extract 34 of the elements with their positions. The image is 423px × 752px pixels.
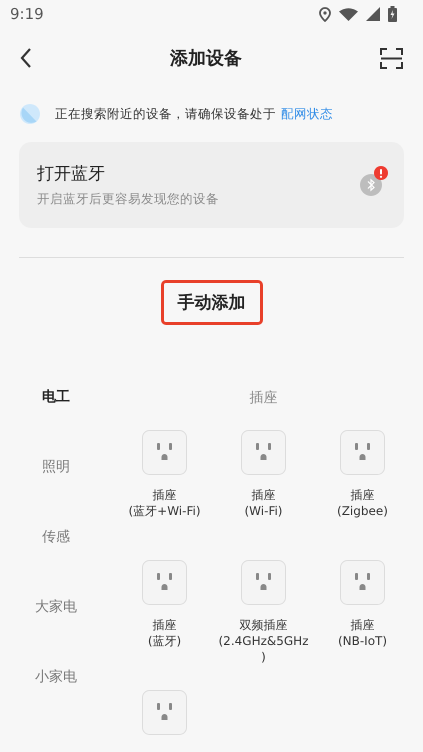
category-item[interactable]: 电工 [31, 388, 81, 409]
device-label[interactable]: 插座 (蓝牙+Wi-Fi) [128, 487, 201, 519]
device-label[interactable]: 插座 (Zigbee) [337, 487, 388, 519]
scan-icon[interactable] [380, 48, 403, 68]
socket-icon [241, 430, 286, 475]
back-icon[interactable] [20, 48, 32, 68]
device-label[interactable]: 双频插座 (2.4GHz&5GHz ) [218, 617, 308, 665]
category-item[interactable]: 照明 [31, 458, 81, 479]
socket-icon [142, 430, 187, 475]
section-title: 插座 [250, 389, 278, 407]
device-label[interactable]: 插座 (蓝牙) [148, 617, 182, 649]
bluetooth-card[interactable]: 打开蓝牙 开启蓝牙后更容易发现您的设备 [19, 142, 404, 228]
socket-icon [142, 690, 187, 735]
wifi-icon [339, 8, 358, 20]
signal-icon [366, 7, 380, 21]
page-title: 添加设备 [170, 47, 242, 70]
socket-icon [241, 560, 286, 605]
socket-icon [340, 560, 385, 605]
card-title: 打开蓝牙 [37, 163, 106, 185]
device-label[interactable]: 插座 (NB-IoT) [338, 617, 388, 649]
card-subtitle: 开启蓝牙后更容易发现您的设备 [37, 191, 219, 208]
category-item[interactable]: 大家电 [31, 598, 81, 619]
category-item[interactable]: 小家电 [31, 668, 81, 689]
location-icon [319, 6, 331, 22]
bluetooth-icon [360, 174, 382, 196]
battery-icon [388, 6, 397, 22]
socket-icon [142, 560, 187, 605]
searching-spinner-icon [20, 104, 40, 124]
device-label[interactable]: 插座 (Wi-Fi) [244, 487, 282, 519]
category-item[interactable]: 传感 [31, 528, 81, 549]
socket-icon [340, 430, 385, 475]
manual-add-button[interactable]: 手动添加 [160, 280, 262, 325]
search-status-text: 正在搜索附近的设备，请确保设备处于 [55, 106, 276, 122]
status-time: 9:19 [10, 5, 44, 23]
